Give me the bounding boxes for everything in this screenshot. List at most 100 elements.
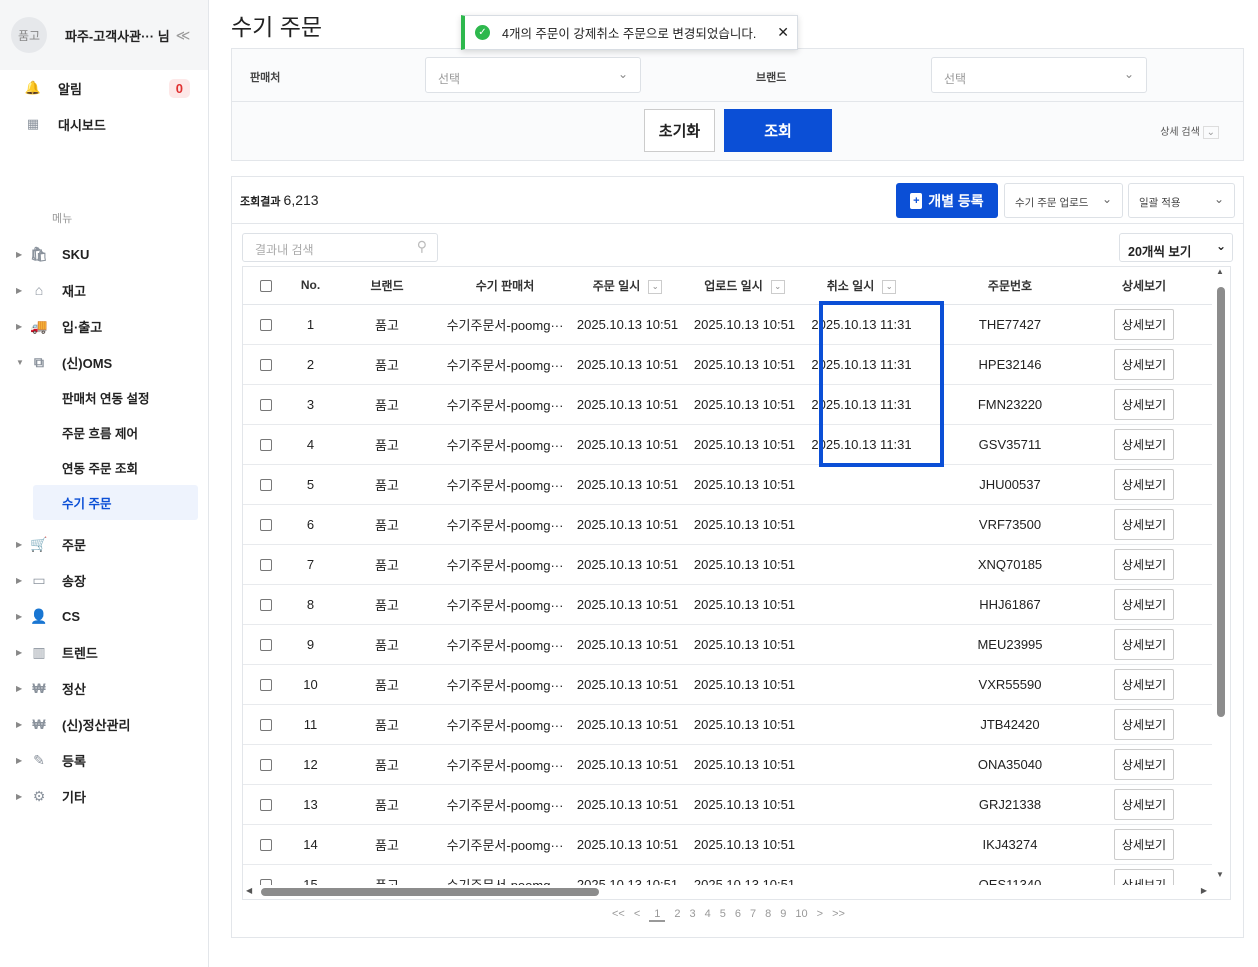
- row-checkbox[interactable]: [243, 344, 288, 385]
- table-cell: 품고: [333, 584, 441, 625]
- horizontal-scrollbar[interactable]: ◀ ▶: [243, 885, 1213, 899]
- row-checkbox[interactable]: [243, 464, 288, 505]
- table-cell: 품고: [333, 344, 441, 385]
- sidebar-item[interactable]: ▶ ⚙ 기타: [0, 778, 208, 814]
- row-checkbox[interactable]: [243, 624, 288, 665]
- page-button[interactable]: 5: [720, 908, 726, 922]
- sidebar-item[interactable]: ▶ ₩ (신)정산관리: [0, 706, 208, 742]
- upload-label: 수기 주문 업로드: [1015, 197, 1089, 209]
- row-checkbox[interactable]: [243, 384, 288, 425]
- vertical-scrollbar[interactable]: ▲ ▼: [1212, 267, 1230, 899]
- sidebar-item[interactable]: ▶ 👤 CS: [0, 598, 208, 634]
- sidebar-item-label: CS: [62, 608, 81, 624]
- row-checkbox[interactable]: [243, 784, 288, 825]
- detail-button[interactable]: 상세보기: [1113, 508, 1175, 540]
- table-cell: FMN23220: [920, 384, 1100, 425]
- detail-button[interactable]: 상세보기: [1113, 388, 1175, 420]
- sort-chevron-icon[interactable]: ⌄: [648, 279, 663, 294]
- detail-button[interactable]: 상세보기: [1113, 788, 1175, 820]
- table-row: 10 품고 수기주문서-poomg··· 2025.10.13 10:51 2025.1…: [243, 664, 1213, 705]
- per-page-select[interactable]: 20개씩 보기 ⌄: [1119, 233, 1233, 262]
- search-button[interactable]: 조회: [724, 109, 832, 152]
- select-all-checkbox[interactable]: [243, 267, 288, 305]
- row-checkbox[interactable]: [243, 664, 288, 705]
- sidebar-item-label: 입·출고: [62, 319, 103, 335]
- sidebar-item[interactable]: ▶ ₩ 정산: [0, 670, 208, 706]
- table-cell: ONA35040: [920, 744, 1100, 785]
- result-search-input[interactable]: 결과내 검색 ⚲: [242, 233, 438, 262]
- sidebar-subitem[interactable]: 연동 주문 조회: [0, 450, 208, 485]
- caret-down-icon: ▼: [16, 357, 24, 367]
- caret-right-icon: ▶: [16, 611, 23, 621]
- advanced-search-toggle[interactable]: 상세 검색 ⌄: [1160, 123, 1219, 139]
- page-button[interactable]: 10: [795, 908, 807, 922]
- page-button[interactable]: 4: [705, 908, 711, 922]
- sort-chevron-icon[interactable]: ⌄: [882, 279, 897, 294]
- sidebar-item[interactable]: ▶ ⌂ 재고: [0, 272, 208, 308]
- table-cell: 2025.10.13 10:51: [686, 544, 803, 585]
- sidebar-subitem[interactable]: 주문 흐름 제어: [0, 415, 208, 450]
- page-button[interactable]: 2: [674, 908, 680, 922]
- sidebar-subitem[interactable]: 판매처 연동 설정: [0, 380, 208, 415]
- detail-button[interactable]: 상세보기: [1113, 468, 1175, 500]
- sidebar-item[interactable]: ▶ 🚚 입·출고: [0, 308, 208, 344]
- detail-button[interactable]: 상세보기: [1113, 348, 1175, 380]
- user-name[interactable]: 파주-고객사관··· 님: [65, 26, 170, 45]
- sidebar-item[interactable]: ▶ 🛍 SKU: [0, 236, 208, 272]
- table-cell: 14: [288, 824, 333, 865]
- register-button[interactable]: + 개별 등록: [896, 183, 998, 218]
- sidebar-item-dashboard[interactable]: ▦ 대시보드: [0, 106, 208, 142]
- sidebar-subitem[interactable]: 수기 주문: [33, 485, 198, 520]
- sidebar-item-alerts[interactable]: 🔔 알림 0: [0, 70, 208, 106]
- sidebar-item[interactable]: ▶ 🛒 주문: [0, 526, 208, 562]
- detail-button[interactable]: 상세보기: [1113, 668, 1175, 700]
- sidebar-item-label: 기타: [62, 789, 86, 805]
- last-page-button[interactable]: >>: [832, 908, 845, 922]
- upload-dropdown[interactable]: 수기 주문 업로드 ⌄: [1004, 183, 1123, 218]
- bulk-apply-dropdown[interactable]: 일괄 적용 ⌄: [1128, 183, 1235, 218]
- page-button[interactable]: 6: [735, 908, 741, 922]
- sidebar-item[interactable]: ▶ ▭ 송장: [0, 562, 208, 598]
- row-checkbox[interactable]: [243, 704, 288, 745]
- collapse-sidebar-icon[interactable]: ≪: [176, 27, 191, 44]
- row-checkbox[interactable]: [243, 744, 288, 785]
- row-checkbox[interactable]: [243, 304, 288, 345]
- sidebar-item[interactable]: ▶ ▥ 트렌드: [0, 634, 208, 670]
- first-page-button[interactable]: <<: [612, 908, 625, 922]
- page-button[interactable]: 9: [780, 908, 786, 922]
- page-button[interactable]: 3: [690, 908, 696, 922]
- page-button[interactable]: 1: [649, 908, 666, 922]
- detail-button[interactable]: 상세보기: [1113, 548, 1175, 580]
- sort-chevron-icon[interactable]: ⌄: [770, 279, 785, 294]
- table-row: 8 품고 수기주문서-poomg··· 2025.10.13 10:51 2025.10…: [243, 584, 1213, 625]
- detail-button[interactable]: 상세보기: [1113, 828, 1175, 860]
- detail-button[interactable]: 상세보기: [1113, 588, 1175, 620]
- reset-button[interactable]: 초기화: [644, 109, 715, 152]
- seller-select[interactable]: 선택 ⌄: [425, 57, 641, 93]
- detail-button[interactable]: 상세보기: [1113, 428, 1175, 460]
- prev-page-button[interactable]: <: [634, 908, 640, 922]
- row-checkbox[interactable]: [243, 584, 288, 625]
- detail-button[interactable]: 상세보기: [1113, 308, 1175, 340]
- sidebar-item[interactable]: ▶ ✎ 등록: [0, 742, 208, 778]
- row-checkbox[interactable]: [243, 424, 288, 465]
- sidebar-item[interactable]: ▼ ⧉ (신)OMS: [0, 344, 208, 380]
- brand-select[interactable]: 선택 ⌄: [931, 57, 1147, 93]
- detail-button[interactable]: 상세보기: [1113, 708, 1175, 740]
- row-checkbox[interactable]: [243, 504, 288, 545]
- table-cell: 2025.10.13 10:51: [569, 744, 686, 785]
- next-page-button[interactable]: >: [817, 908, 823, 922]
- table-cell: 품고: [333, 624, 441, 665]
- row-checkbox[interactable]: [243, 824, 288, 865]
- row-checkbox[interactable]: [243, 544, 288, 585]
- detail-button[interactable]: 상세보기: [1113, 748, 1175, 780]
- table-cell: 2025.10.13 10:51: [686, 824, 803, 865]
- close-icon[interactable]: ✕: [777, 24, 789, 41]
- table-cell: 수기주문서-poomg···: [441, 344, 569, 385]
- detail-button[interactable]: 상세보기: [1113, 628, 1175, 660]
- caret-right-icon: ▶: [16, 321, 23, 331]
- chevron-down-icon: ⌄: [1213, 192, 1224, 206]
- page-button[interactable]: 8: [765, 908, 771, 922]
- page-button[interactable]: 7: [750, 908, 756, 922]
- table-cell: 2025.10.13 10:51: [569, 464, 686, 505]
